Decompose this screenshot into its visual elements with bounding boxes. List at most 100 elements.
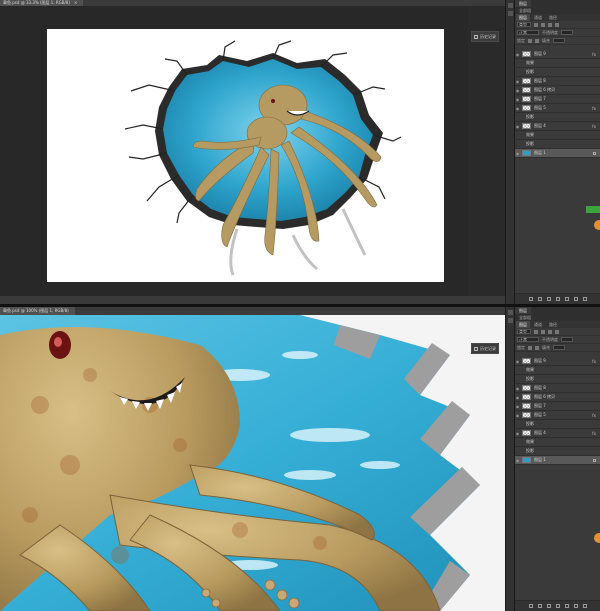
layer-row[interactable]: ◉ 图层 5 fx [515,104,600,113]
layer-effect-row[interactable]: 效果 [515,59,600,68]
tab-channels[interactable]: 通道 [531,14,545,21]
layer-row[interactable]: ◉ 图层 7 [515,402,600,411]
lock-position-icon[interactable] [535,38,539,43]
new-layer-icon[interactable] [573,297,578,301]
link-layers-icon[interactable] [528,297,533,301]
layer-name[interactable]: 图层 7 [534,403,546,409]
fill-field[interactable] [553,345,565,350]
layer-row[interactable]: ◉ 图层 9 fx [515,357,600,366]
layer-row[interactable]: ◉ 图层 7 [515,95,600,104]
layer-name[interactable]: 投影 [526,421,534,427]
visibility-eye-icon[interactable]: ◉ [515,79,520,84]
layer-name[interactable]: 图层 9 [534,51,546,57]
layer-effect-row[interactable]: 投影 [515,375,600,384]
visibility-eye-icon[interactable]: ◉ [515,124,520,129]
layer-effect-row[interactable]: 投影 [515,420,600,429]
layers-panel-icon[interactable] [508,310,513,315]
history-button[interactable]: 历史记录 [471,31,499,42]
layer-thumbnail[interactable] [522,96,531,102]
tab-layers[interactable]: 图层 [516,14,530,21]
tab-layers[interactable]: 图层 [516,321,530,328]
lock-pixels-icon[interactable] [528,345,532,350]
layer-row[interactable]: ◉ 图层 9 fx [515,50,600,59]
visibility-eye-icon[interactable]: ◉ [515,413,520,418]
layer-row[interactable]: ◉ 图层 1 [515,149,600,158]
fx-badge-icon[interactable]: fx [592,106,596,111]
layer-thumbnail[interactable] [522,385,531,391]
layer-name[interactable]: 图层 7 [534,96,546,102]
layer-name[interactable]: 效果 [526,132,534,138]
trash-icon[interactable] [582,604,587,608]
layer-effect-row[interactable]: 效果 [515,131,600,140]
layers-panel-tab[interactable]: 图层 [515,307,531,314]
floating-widget-ball[interactable] [594,220,600,230]
visibility-eye-icon[interactable]: ◉ [515,431,520,436]
tab-paths[interactable]: 路径 [546,321,560,328]
canvas-workspace[interactable] [0,6,468,296]
layer-name[interactable]: 图层 9 [534,358,546,364]
layers-panel-icon[interactable] [508,3,513,8]
layer-row[interactable]: ◉ 图层 5 fx [515,411,600,420]
visibility-eye-icon[interactable]: ◉ [515,151,520,156]
visibility-eye-icon[interactable]: ◉ [515,458,520,463]
fx-icon[interactable] [537,604,542,608]
layer-name[interactable]: 图层 1 [534,457,546,463]
folder-icon[interactable] [564,297,569,301]
layer-name[interactable]: 图层 4 [534,430,546,436]
lock-position-icon[interactable] [535,345,539,350]
layer-filter-dropdown[interactable]: 类型 [517,329,531,334]
layer-name[interactable]: 效果 [526,367,534,373]
layer-name[interactable]: 图层 6 拷贝 [534,394,555,400]
zoomed-canvas[interactable] [0,315,505,611]
close-icon[interactable]: × [74,0,77,5]
adjustment-icon[interactable] [555,297,560,301]
visibility-eye-icon[interactable]: ◉ [515,97,520,102]
history-panel-icon[interactable] [508,11,513,16]
layer-thumbnail[interactable] [522,87,531,93]
floating-widget-tag[interactable] [586,206,600,213]
layer-thumbnail[interactable] [522,394,531,400]
tab-paths[interactable]: 路径 [546,14,560,21]
layer-effect-row[interactable]: 投影 [515,68,600,77]
layer-name[interactable]: 图层 8 [534,385,546,391]
filter-type-icon[interactable] [548,329,552,334]
layer-row[interactable]: ◉ 图层 4 fx [515,429,600,438]
fx-badge-icon[interactable]: fx [592,431,596,436]
layer-row[interactable]: ◉ 图层 1 [515,456,600,465]
fx-icon[interactable] [537,297,542,301]
layer-thumbnail[interactable] [522,150,531,156]
layer-name[interactable]: 图层 5 [534,105,546,111]
layer-effect-row[interactable]: 投影 [515,140,600,149]
artboard[interactable] [47,29,444,282]
floating-widget-ball[interactable] [594,533,600,543]
visibility-eye-icon[interactable]: ◉ [515,52,520,57]
layer-row[interactable]: ◉ 图层 8 [515,77,600,86]
visibility-eye-icon[interactable]: ◉ [515,386,520,391]
mask-icon[interactable] [546,297,551,301]
layer-row[interactable]: ◉ 图层 4 fx [515,122,600,131]
link-layers-icon[interactable] [528,604,533,608]
fill-field[interactable] [553,38,565,43]
filter-adjust-icon[interactable] [541,329,545,334]
layer-thumbnail[interactable] [522,403,531,409]
layer-name[interactable]: 图层 6 拷贝 [534,87,555,93]
fx-badge-icon[interactable]: fx [592,413,596,418]
layer-thumbnail[interactable] [522,78,531,84]
layer-name[interactable]: 投影 [526,114,534,120]
layer-row[interactable]: ◉ 图层 8 [515,384,600,393]
layer-name[interactable]: 投影 [526,141,534,147]
layers-panel-tab[interactable]: 图层 [515,0,531,7]
visibility-eye-icon[interactable]: ◉ [515,404,520,409]
layer-thumbnail[interactable] [522,105,531,111]
lock-pixels-icon[interactable] [528,38,532,43]
layer-name[interactable]: 投影 [526,376,534,382]
visibility-eye-icon[interactable]: ◉ [515,359,520,364]
layer-name[interactable]: 效果 [526,60,534,66]
filter-shape-icon[interactable] [555,22,559,27]
tab-channels[interactable]: 通道 [531,321,545,328]
visibility-eye-icon[interactable]: ◉ [515,395,520,400]
layer-thumbnail[interactable] [522,51,531,57]
opacity-field[interactable] [561,30,573,35]
document-tab[interactable]: 章鱼.psd @ 100% (图层 1, RGB/8) [0,307,75,315]
layer-thumbnail[interactable] [522,430,531,436]
